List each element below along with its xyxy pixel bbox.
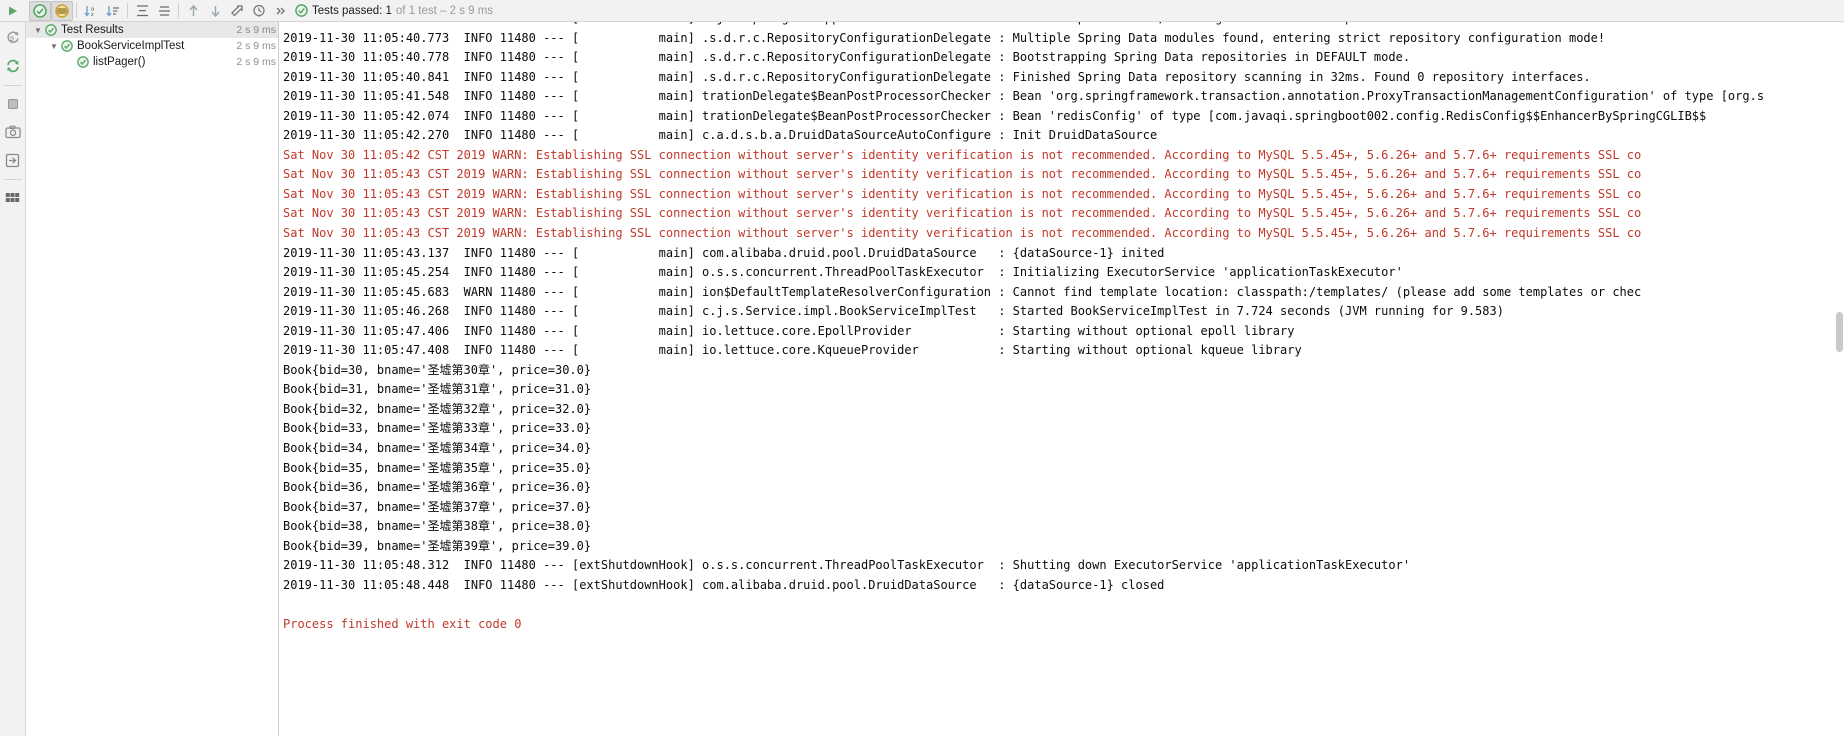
console-line: Book{bid=31, bname='圣墟第31章', price=31.0} xyxy=(283,382,592,397)
tree-item-label: Test Results xyxy=(61,24,124,36)
tree-item-label: BookServiceImplTest xyxy=(77,40,185,52)
console-line: Sat Nov 30 11:05:42 CST 2019 WARN: Estab… xyxy=(283,147,1642,162)
console-line: 2019-11-30 11:05:42.270 INFO 11480 --- [… xyxy=(283,128,1158,143)
console-line: Book{bid=34, bname='圣墟第34章', price=34.0} xyxy=(283,441,592,456)
console-line: 2019-11-30 11:05:40.773 INFO 11480 --- [… xyxy=(283,30,1606,45)
rerun-tests-button[interactable] xyxy=(2,1,24,21)
console-line: 2019-11-30 11:05:41.548 INFO 11480 --- [… xyxy=(283,89,1765,104)
test-runner-toolbar: a z Tests passed: 1 of 1 test – 2 s 9 ms xyxy=(0,0,1844,22)
console-line: Book{bid=39, bname='圣墟第39章', price=39.0} xyxy=(283,538,592,553)
test-status-bar: Tests passed: 1 of 1 test – 2 s 9 ms xyxy=(295,4,493,17)
console-line: Sat Nov 30 11:05:43 CST 2019 WARN: Estab… xyxy=(283,186,1642,201)
console-line: Book{bid=32, bname='圣墟第32章', price=32.0} xyxy=(283,401,592,416)
console-line: Book{bid=33, bname='圣墟第33章', price=33.0} xyxy=(283,421,592,436)
status-detail-label: of 1 test – 2 s 9 ms xyxy=(395,4,494,17)
expand-all-button[interactable] xyxy=(131,1,153,21)
console-text[interactable]: 2019-11-30 11:05:40.716 INFO 11480 --- [… xyxy=(279,22,1844,736)
svg-text:z: z xyxy=(91,12,94,18)
toolbar-separator-2 xyxy=(127,3,128,18)
check-circle-icon xyxy=(60,40,74,52)
check-circle-icon xyxy=(44,24,58,36)
toolbar-separator xyxy=(76,3,77,18)
rerun-failed-tests-button[interactable]: 9 xyxy=(2,26,24,50)
status-passed-label: Tests passed: 1 xyxy=(312,4,392,17)
export-results-button[interactable] xyxy=(226,1,248,21)
tree-item-duration: 2 s 9 ms xyxy=(236,24,276,36)
console-line: Book{bid=36, bname='圣墟第36章', price=36.0} xyxy=(283,480,592,495)
stop-button[interactable] xyxy=(2,92,24,116)
chevron-down-icon[interactable]: ▼ xyxy=(32,26,44,35)
tree-item-test-results[interactable]: ▼ Test Results 2 s 9 ms xyxy=(26,22,278,38)
console-line: Process finished with exit code 0 xyxy=(283,616,522,631)
toolbar-separator-3 xyxy=(178,3,179,18)
checkmark-circle-icon xyxy=(295,4,308,17)
console-line: Sat Nov 30 11:05:43 CST 2019 WARN: Estab… xyxy=(283,206,1642,221)
console-line: 2019-11-30 11:05:45.683 WARN 11480 --- [… xyxy=(283,284,1642,299)
console-line: 2019-11-30 11:05:48.312 INFO 11480 --- [… xyxy=(283,558,1411,573)
more-options-button[interactable] xyxy=(270,1,292,21)
show-passed-tests-toggle[interactable] xyxy=(29,0,51,21)
svg-text:9: 9 xyxy=(10,36,14,43)
print-layout-button[interactable] xyxy=(2,186,24,210)
console-line: Book{bid=37, bname='圣墟第37章', price=37.0} xyxy=(283,499,592,514)
console-line: 2019-11-30 11:05:42.074 INFO 11480 --- [… xyxy=(283,108,1707,123)
console-line: 2019-11-30 11:05:48.448 INFO 11480 --- [… xyxy=(283,577,1165,592)
console-line: Book{bid=35, bname='圣墟第35章', price=35.0} xyxy=(283,460,592,475)
check-circle-icon xyxy=(76,56,90,68)
next-failed-test-button[interactable] xyxy=(204,1,226,21)
show-ignored-tests-toggle[interactable] xyxy=(51,0,73,21)
console-line: Sat Nov 30 11:05:43 CST 2019 WARN: Estab… xyxy=(283,226,1642,241)
test-tree-panel[interactable]: ▼ Test Results 2 s 9 ms ▼ BookServiceImplTes… xyxy=(26,22,279,736)
console-line: 2019-11-30 11:05:40.841 INFO 11480 --- [… xyxy=(283,69,1591,84)
console-vertical-scrollbar[interactable] xyxy=(1835,22,1844,736)
toggle-auto-test-button[interactable] xyxy=(2,54,24,78)
console-line: Book{bid=38, bname='圣墟第38章', price=38.0} xyxy=(283,519,592,534)
console-line: 2019-11-30 11:05:43.137 INFO 11480 --- [… xyxy=(283,245,1165,260)
chevron-down-icon[interactable]: ▼ xyxy=(48,42,60,51)
console-line: 2019-11-30 11:05:47.406 INFO 11480 --- [… xyxy=(283,323,1295,338)
rail-divider xyxy=(3,85,22,86)
runner-body: 9 ▼ Test Results 2 s 9 ms ▼ BookServiceI… xyxy=(0,22,1844,736)
sort-alphabetically-button[interactable]: a z xyxy=(80,1,102,21)
screenshot-button[interactable] xyxy=(2,120,24,144)
console-line: Book{bid=30, bname='圣墟第30章', price=30.0} xyxy=(283,362,592,377)
import-tests-button[interactable] xyxy=(2,148,24,172)
tree-item-listpager[interactable]: ▼listPager()2 s 9 ms xyxy=(26,54,278,70)
console-line: 2019-11-30 11:05:46.268 INFO 11480 --- [… xyxy=(283,304,1504,319)
tree-item-bookserviceimpltest[interactable]: ▼ BookServiceImplTest 2 s 9 ms xyxy=(26,38,278,54)
console-line: Sat Nov 30 11:05:43 CST 2019 WARN: Estab… xyxy=(283,167,1642,182)
collapse-all-button[interactable] xyxy=(153,1,175,21)
console-line: 2019-11-30 11:05:45.254 INFO 11480 --- [… xyxy=(283,265,1403,280)
left-action-rail: 9 xyxy=(0,22,26,736)
rail-divider-2 xyxy=(3,179,22,180)
tree-item-duration: 2 s 9 ms xyxy=(236,40,276,52)
tree-item-label: listPager() xyxy=(93,56,146,68)
sort-by-duration-button[interactable] xyxy=(102,1,124,21)
previous-failed-test-button[interactable] xyxy=(182,1,204,21)
tree-item-duration: 2 s 9 ms xyxy=(236,56,276,68)
console-line: 2019-11-30 11:05:40.778 INFO 11480 --- [… xyxy=(283,50,1411,65)
console-line: 2019-11-30 11:05:47.408 INFO 11480 --- [… xyxy=(283,343,1302,358)
console-output-panel[interactable]: 2019-11-30 11:05:40.716 INFO 11480 --- [… xyxy=(279,22,1844,736)
test-history-button[interactable] xyxy=(248,1,270,21)
console-scrollbar-thumb[interactable] xyxy=(1836,312,1843,352)
test-runner-window: a z Tests passed: 1 of 1 test – 2 s 9 ms… xyxy=(0,0,1844,736)
